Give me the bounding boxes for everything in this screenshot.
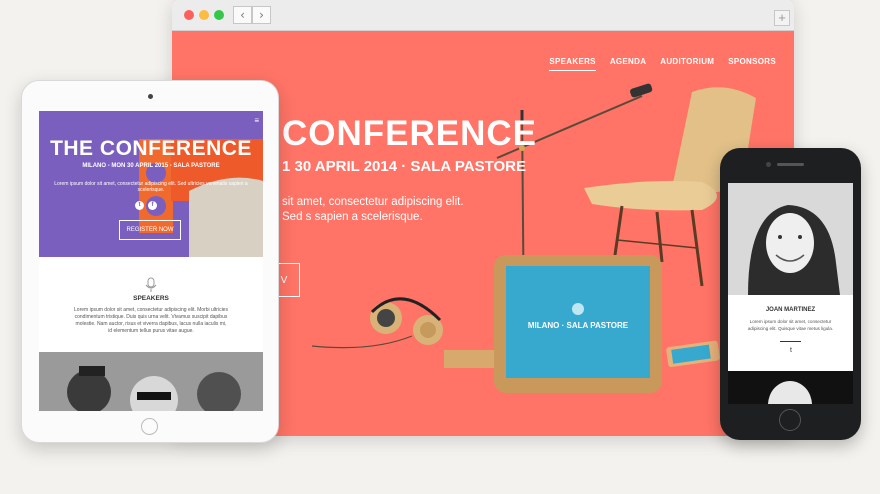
- earpiece: [777, 163, 804, 166]
- speakers-section: SPEAKERS Lorem ipsum dolor sit amet, con…: [39, 257, 263, 352]
- twitter-icon[interactable]: t: [135, 201, 144, 210]
- main-nav: SPEAKERS AGENDA AUDITORIUM SPONSORS: [549, 57, 776, 71]
- register-button[interactable]: REGISTER NOW: [119, 220, 181, 240]
- nav-sponsors[interactable]: SPONSORS: [728, 57, 776, 71]
- speaker-portrait: [728, 183, 853, 295]
- phone-screen: JOAN MARTINEZ Lorem ipsum dolor sit amet…: [728, 183, 853, 404]
- tablet-hero: ≡ THE CONFERENCE MILANO - MON 30 APRIL 2…: [39, 111, 263, 257]
- hero-title: CONFERENCE: [282, 114, 538, 153]
- camera-icon: [766, 162, 771, 167]
- home-button[interactable]: [779, 409, 801, 431]
- phone-device: JOAN MARTINEZ Lorem ipsum dolor sit amet…: [720, 148, 861, 440]
- nav-agenda[interactable]: AGENDA: [610, 57, 646, 71]
- speaker-portrait-next: [728, 371, 853, 404]
- social-links: t f: [135, 201, 157, 210]
- menu-icon[interactable]: ≡: [254, 116, 259, 125]
- tablet-screen: ≡ THE CONFERENCE MILANO - MON 30 APRIL 2…: [39, 111, 263, 411]
- home-button[interactable]: [141, 418, 158, 435]
- nav-speakers[interactable]: SPEAKERS: [549, 57, 596, 71]
- tablet-hero-text: Lorem ipsum dolor sit amet, consectetur …: [54, 181, 248, 193]
- divider: [780, 341, 801, 342]
- hero-text: sit amet, consectetur adipiscing elit. S…: [282, 196, 464, 223]
- tablet-device: ≡ THE CONFERENCE MILANO - MON 30 APRIL 2…: [21, 80, 279, 443]
- camera-icon: [148, 94, 153, 99]
- speakers-photo-art: [39, 352, 263, 411]
- hero-tablet-caption: MILANO · SALA PASTORE: [528, 321, 629, 330]
- speaker-name: JOAN MARTINEZ: [765, 307, 816, 313]
- speakers-photo: [39, 352, 263, 411]
- speakers-text: Lorem ipsum dolor sit amet, consectetur …: [74, 307, 228, 334]
- microphone-icon: [145, 277, 157, 292]
- speaker-photo: [728, 183, 853, 295]
- tablet-hero-title: THE CONFERENCE: [50, 137, 252, 160]
- twitter-icon[interactable]: t: [786, 347, 796, 357]
- nav-auditorium[interactable]: AUDITORIUM: [660, 57, 714, 71]
- hero-subtitle: 1 30 APRIL 2014 · SALA PASTORE: [282, 158, 526, 175]
- speakers-title: SPEAKERS: [133, 295, 169, 302]
- speaker-photo-next: [728, 371, 853, 404]
- speaker-bio: Lorem ipsum dolor sit amet, consectetur …: [747, 319, 834, 331]
- tablet-hero-subtitle: MILANO - MON 30 APRIL 2015 - SALA PASTOR…: [82, 163, 220, 169]
- facebook-icon[interactable]: f: [148, 201, 157, 210]
